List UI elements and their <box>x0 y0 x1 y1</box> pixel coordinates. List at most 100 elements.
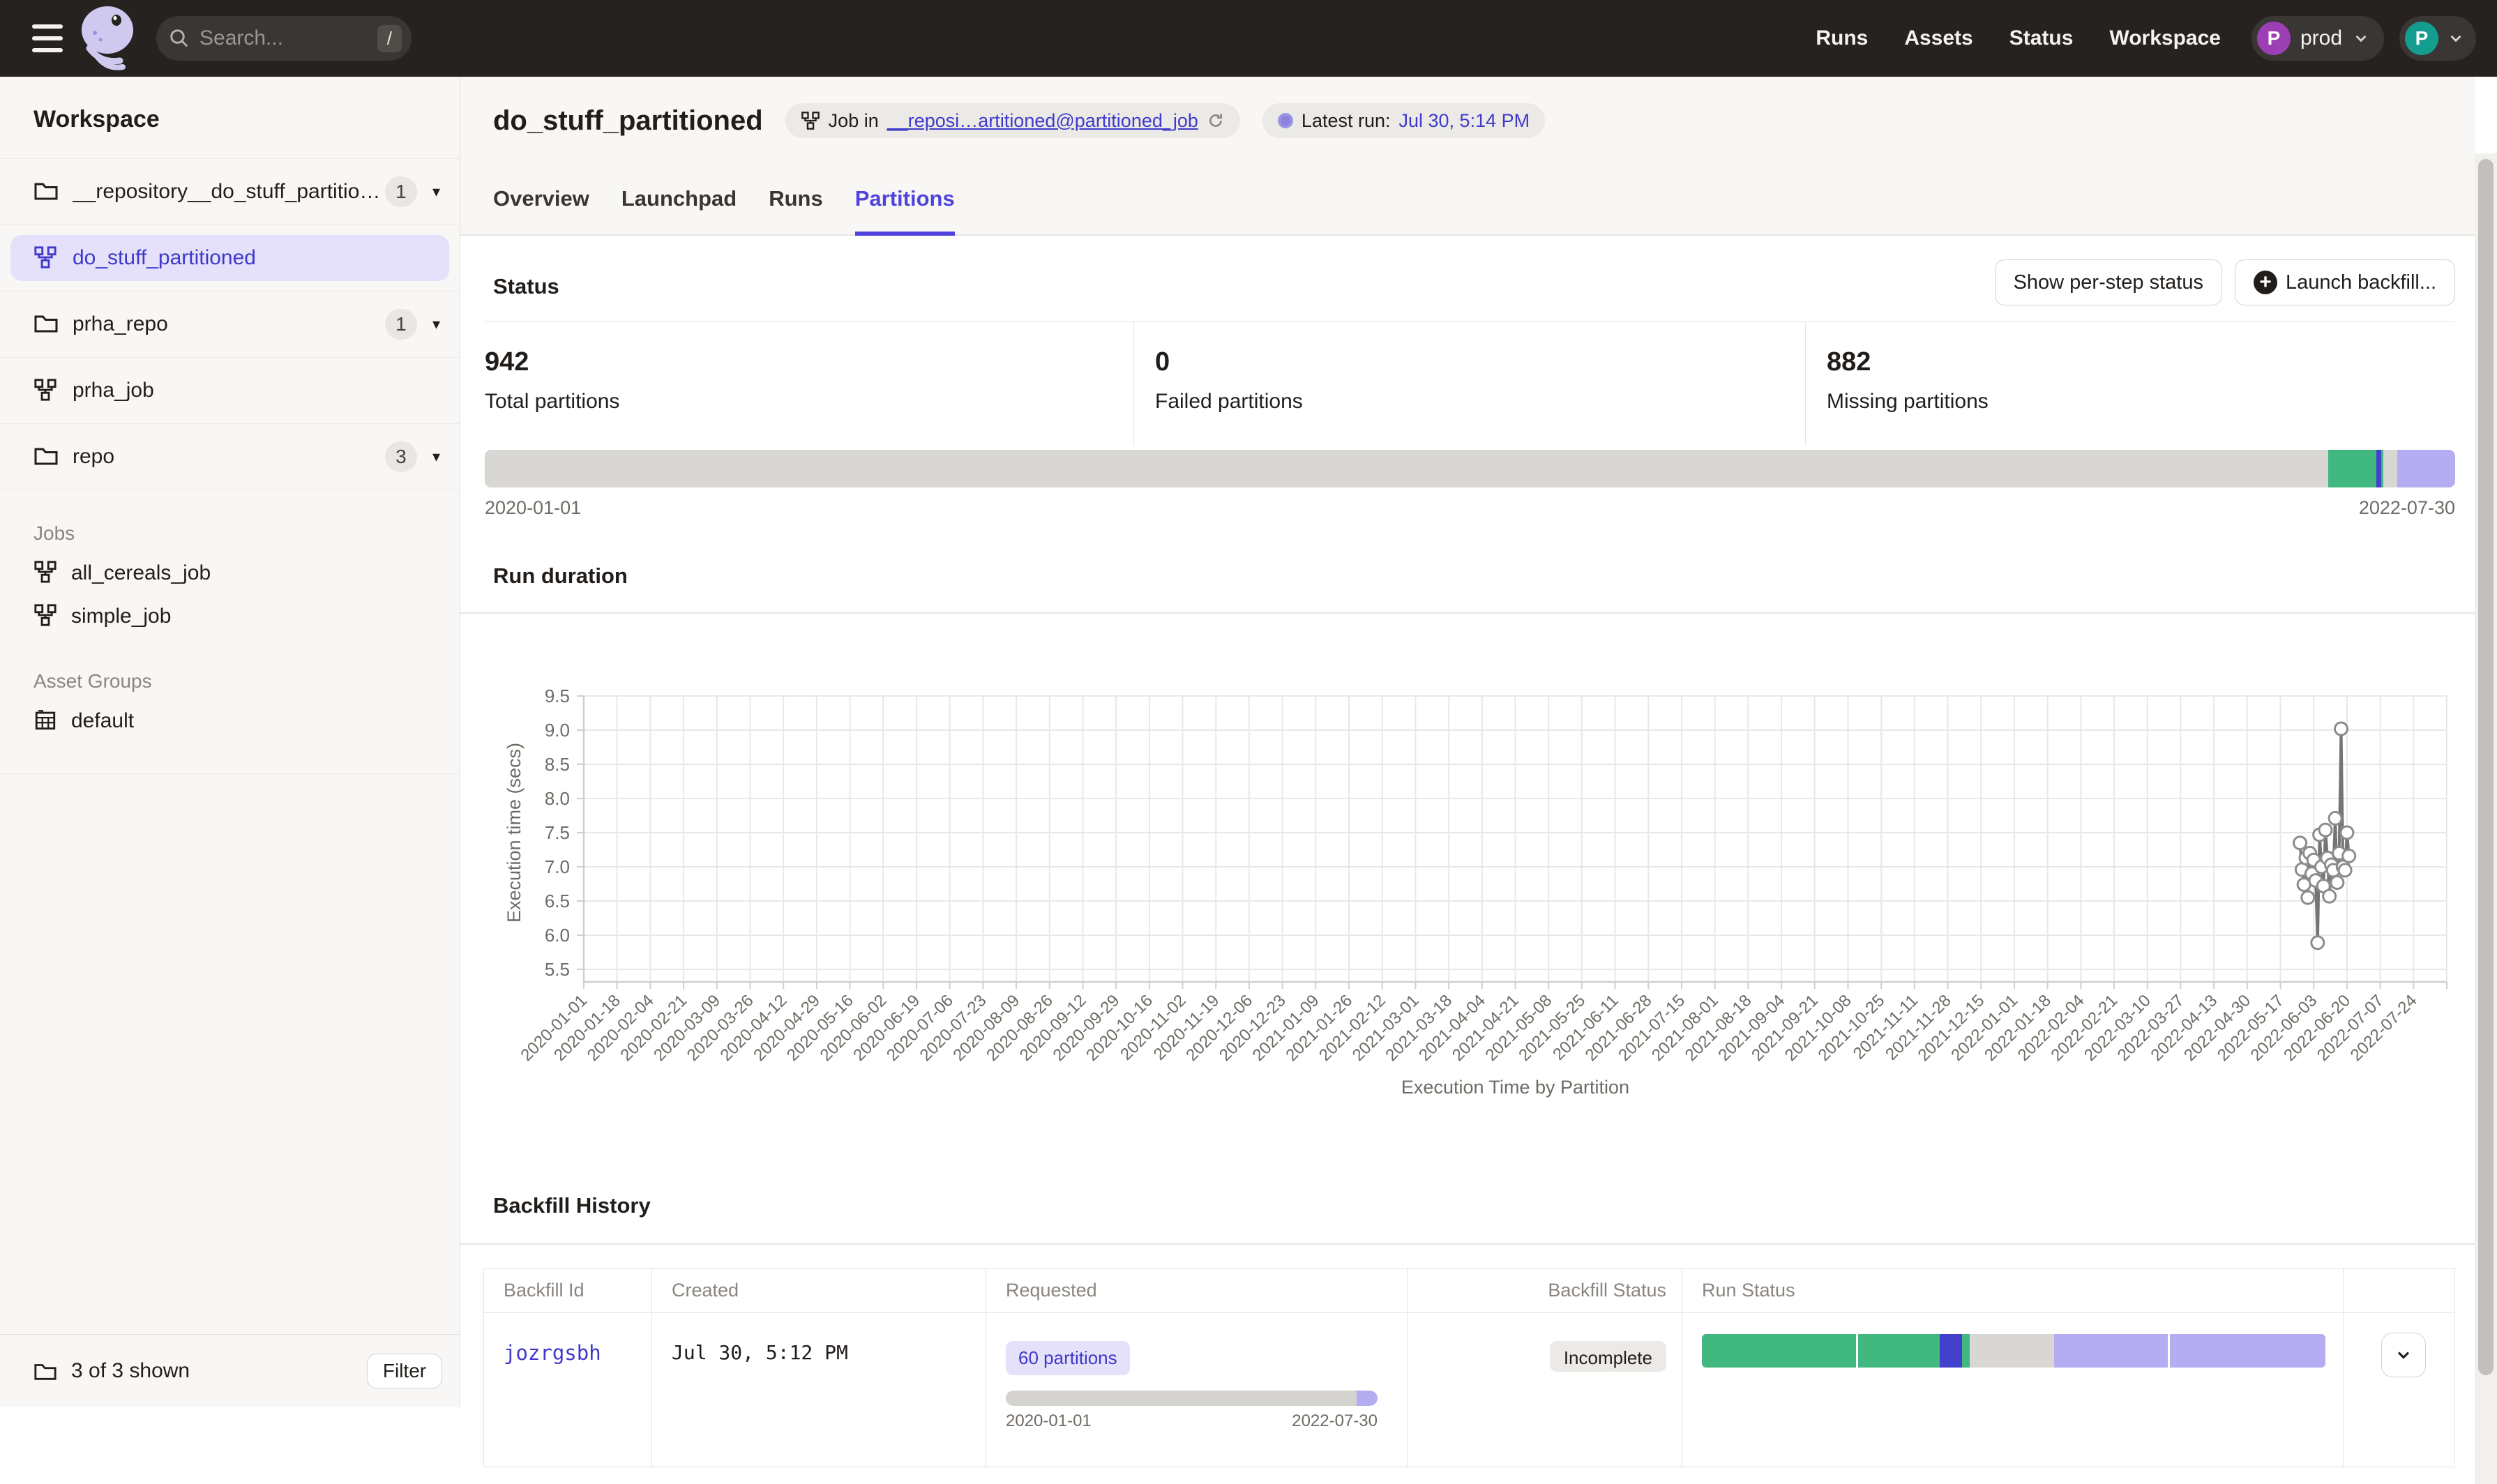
page-header: do_stuff_partitioned Job in __reposi…art… <box>493 103 1545 138</box>
stat-label: Total partitions <box>485 390 1133 414</box>
caret-down-icon[interactable]: ▾ <box>432 448 440 466</box>
stat-total-partitions: 942 Total partitions <box>485 322 1133 446</box>
caret-down-icon[interactable]: ▾ <box>432 183 440 201</box>
user-avatar: P <box>2405 22 2438 55</box>
expand-row-button[interactable] <box>2381 1333 2426 1377</box>
search-input[interactable]: Search... / <box>156 16 412 61</box>
dagster-logo[interactable] <box>80 5 138 72</box>
sidebar-item-simple_job[interactable]: simple_job <box>0 595 460 638</box>
sidebar-footer: 3 of 3 shown Filter <box>0 1334 460 1407</box>
column-header-backfill-id: Backfill Id <box>484 1269 652 1312</box>
backfill-id-link[interactable]: jozrgsbh <box>504 1341 601 1365</box>
tab-bar: Overview Launchpad Runs Partitions <box>493 178 955 236</box>
column-header-run-status: Run Status <box>1682 1269 2344 1312</box>
chevron-down-icon <box>2394 1345 2413 1365</box>
user-menu[interactable]: P <box>2399 16 2476 61</box>
sidebar-item-default[interactable]: default <box>0 699 460 743</box>
backfill-status-tag: Incomplete <box>1550 1341 1666 1372</box>
sidebar-item-repo[interactable]: repo3 ▾ <box>0 424 460 490</box>
sidebar-item-all_cereals_job[interactable]: all_cereals_job <box>0 552 460 595</box>
sidebar-item-prha_repo[interactable]: prha_repo1 ▾ <box>0 292 460 358</box>
bar-segment <box>1702 1334 1856 1368</box>
data-point[interactable] <box>2343 849 2355 862</box>
launch-backfill-button[interactable]: + Launch backfill... <box>2235 259 2455 305</box>
data-point[interactable] <box>2298 878 2310 891</box>
data-point[interactable] <box>2329 812 2341 824</box>
backfill-history-heading: Backfill History <box>493 1193 651 1218</box>
partition-status-bar[interactable] <box>485 450 2455 487</box>
partition-range-start: 2020-01-01 <box>485 497 581 519</box>
data-point[interactable] <box>2319 824 2332 836</box>
tab-overview[interactable]: Overview <box>493 178 589 236</box>
latest-run-link[interactable]: Jul 30, 5:14 PM <box>1399 110 1530 132</box>
sidebar-item-label: repo <box>73 445 385 469</box>
backfill-created-cell: Jul 30, 5:12 PM <box>652 1313 986 1467</box>
data-point[interactable] <box>2341 826 2353 839</box>
deployment-switcher[interactable]: P prod <box>2251 16 2384 61</box>
job-icon <box>33 245 59 271</box>
run-duration-heading: Run duration <box>493 563 628 589</box>
nav-item-assets[interactable]: Assets <box>1904 26 1972 50</box>
job-origin-pill: Job in __reposi…artitioned@partitioned_j… <box>785 103 1240 138</box>
show-per-step-status-button[interactable]: Show per-step status <box>1995 259 2222 305</box>
top-nav: Runs Assets Status Workspace <box>1816 26 2221 50</box>
job-origin-link[interactable]: __reposi…artitioned@partitioned_job <box>887 110 1198 132</box>
folder-icon <box>33 1361 57 1381</box>
partition-range-end: 2022-07-30 <box>2359 497 2455 519</box>
stat-value: 942 <box>485 347 1133 377</box>
nav-item-runs[interactable]: Runs <box>1816 26 1868 50</box>
reload-icon[interactable] <box>1207 112 1225 130</box>
sidebar-item-__repository__do_stuff_partitio-[interactable]: __repository__do_stuff_partitio…1▾ <box>0 159 460 225</box>
caret-down-icon[interactable]: ▾ <box>432 315 440 333</box>
tab-launchpad[interactable]: Launchpad <box>621 178 737 236</box>
scrollbar[interactable] <box>2475 153 2497 1484</box>
column-header-created: Created <box>652 1269 986 1312</box>
section-label-asset-groups: Asset Groups <box>0 638 460 699</box>
sidebar-item-do_stuff_partitioned[interactable]: do_stuff_partitioned <box>0 225 460 292</box>
column-header-backfill-status: Backfill Status <box>1408 1269 1682 1312</box>
requested-partitions-chip[interactable]: 60 partitions <box>1006 1341 1130 1375</box>
bar-segment <box>2170 1334 2325 1368</box>
data-point[interactable] <box>2294 837 2307 849</box>
scrollbar-thumb[interactable] <box>2478 159 2494 1375</box>
data-point[interactable] <box>2339 864 2351 877</box>
requested-range-bar <box>1006 1391 1378 1406</box>
sidebar-item-label: all_cereals_job <box>71 561 211 585</box>
data-point[interactable] <box>2311 937 2324 949</box>
nav-item-status[interactable]: Status <box>2009 26 2074 50</box>
data-point[interactable] <box>2302 891 2314 904</box>
sidebar-item-label: simple_job <box>71 605 171 628</box>
sidebar-item-prha_job[interactable]: prha_job <box>0 358 460 424</box>
folder-icon <box>33 179 59 204</box>
menu-icon[interactable] <box>32 24 63 52</box>
nav-item-workspace[interactable]: Workspace <box>2109 26 2221 50</box>
repo-job-count-badge: 1 <box>385 309 417 340</box>
repo-job-count-badge: 3 <box>385 441 417 472</box>
active-job-pill[interactable]: do_stuff_partitioned <box>10 235 449 281</box>
bar-segment <box>1970 1334 2054 1368</box>
job-origin-prefix: Job in <box>829 110 879 132</box>
sidebar-item-label: prha_repo <box>73 312 385 336</box>
svg-text:9.5: 9.5 <box>545 686 570 706</box>
data-point[interactable] <box>2331 877 2344 889</box>
sidebar-item-label: __repository__do_stuff_partitio… <box>73 180 385 204</box>
asset-group-icon <box>33 708 57 735</box>
data-point[interactable] <box>2323 890 2336 902</box>
svg-text:Execution time (secs): Execution time (secs) <box>504 743 525 923</box>
data-point[interactable] <box>2334 722 2347 735</box>
run-status-cell <box>1682 1313 2344 1467</box>
page-title: do_stuff_partitioned <box>493 105 763 137</box>
plus-icon: + <box>2254 271 2277 294</box>
folder-icon <box>33 444 59 469</box>
run-status-dot <box>1278 113 1293 128</box>
repo-list: __repository__do_stuff_partitio…1▾do_stu… <box>0 158 460 490</box>
svg-text:9.0: 9.0 <box>545 720 570 741</box>
tab-partitions[interactable]: Partitions <box>855 178 955 236</box>
svg-text:6.5: 6.5 <box>545 891 570 911</box>
filter-button[interactable]: Filter <box>367 1354 442 1388</box>
tab-runs[interactable]: Runs <box>769 178 823 236</box>
chevron-down-icon <box>2352 29 2370 47</box>
deployment-label: prod <box>2300 26 2342 50</box>
run-status-bar[interactable] <box>1702 1334 2325 1368</box>
job-icon <box>801 111 820 130</box>
